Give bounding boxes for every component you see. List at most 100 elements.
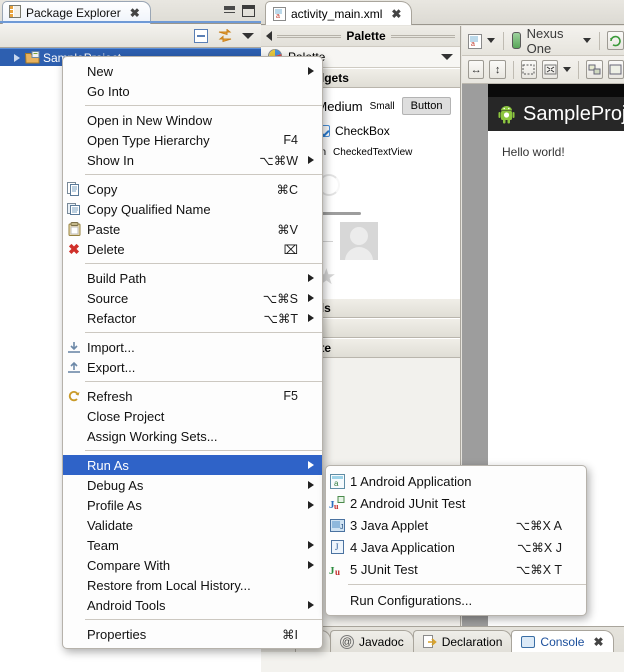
editor-tab-label: activity_main.xml <box>291 6 383 21</box>
menu-item-label: Show In <box>87 152 134 168</box>
svg-text:u: u <box>335 567 340 576</box>
menu-item-open-in-new-window[interactable]: Open in New Window <box>63 110 322 130</box>
tab-javadoc[interactable]: @ Javadoc <box>330 630 414 653</box>
menu-item-team[interactable]: Team <box>63 535 322 555</box>
menu-item-label: Debug As <box>87 477 144 493</box>
expand-icon[interactable] <box>541 60 559 79</box>
menu-item-label: Team <box>87 537 119 553</box>
preview-app-title: SampleProject <box>523 102 624 125</box>
chevron-down-icon[interactable] <box>441 54 453 60</box>
menu-item-label: Restore from Local History... <box>87 577 251 593</box>
view-menu-icon[interactable] <box>242 32 254 39</box>
java-app-icon: J <box>326 540 348 554</box>
chevron-down-icon[interactable] <box>563 67 572 72</box>
run-as-item-2-android-junit-test[interactable]: Ju2 Android JUnit Test <box>326 492 586 514</box>
run-as-item-5-junit-test[interactable]: Ju5 JUnit Test ⌥⌘X T <box>326 558 586 580</box>
collapse-left-icon[interactable] <box>266 31 272 41</box>
select-marquee-icon[interactable] <box>520 60 537 79</box>
menu-item-paste[interactable]: Paste ⌘V <box>63 219 322 239</box>
menu-item-label: Refactor <box>87 310 137 326</box>
chevron-down-icon[interactable] <box>487 38 495 43</box>
divider <box>277 34 342 38</box>
menu-item-open-type-hierarchy[interactable]: Open Type Hierarchy F4 <box>63 130 322 150</box>
run-as-item-4-java-application[interactable]: J 4 Java Application ⌥⌘X J <box>326 536 586 558</box>
chevron-right-icon[interactable] <box>14 53 20 62</box>
close-icon[interactable]: ✖ <box>593 635 603 649</box>
menu-item-run-as[interactable]: Run As <box>63 455 322 475</box>
refresh-preview-icon[interactable] <box>607 31 624 50</box>
widget-medium-label[interactable]: Medium <box>316 99 362 114</box>
device-selector-label[interactable]: Nexus One <box>527 26 577 56</box>
menu-item-delete[interactable]: ✖ Delete ⌧ <box>63 239 322 259</box>
menu-separator <box>85 263 322 264</box>
menu-item-source[interactable]: Source ⌥⌘S <box>63 288 322 308</box>
menu-item-label: Copy Qualified Name <box>87 201 211 217</box>
widget-checkedtextview-label[interactable]: CheckedTextView <box>333 147 412 158</box>
device-icon <box>511 32 521 49</box>
menu-item-refactor[interactable]: Refactor ⌥⌘T <box>63 308 322 328</box>
tab-console[interactable]: Console ✖ <box>511 630 614 653</box>
widget-small-label[interactable]: Small <box>370 101 395 112</box>
run-as-item-1-android-application[interactable]: a 1 Android Application <box>326 470 586 492</box>
menu-item-debug-as[interactable]: Debug As <box>63 475 322 495</box>
menu-item-validate[interactable]: Validate <box>63 515 322 535</box>
close-icon[interactable]: ✖ <box>391 7 401 21</box>
menu-item-label: Run Configurations... <box>350 592 473 608</box>
submenu-arrow-icon <box>308 67 314 75</box>
tab-activity-main-xml[interactable]: a activity_main.xml ✖ <box>265 1 413 25</box>
submenu-arrow-icon <box>308 501 314 509</box>
maximize-icon[interactable] <box>242 5 255 17</box>
submenu-arrow-icon <box>308 561 314 569</box>
widget-checkbox[interactable]: CheckBox <box>318 124 390 138</box>
divider <box>512 60 514 79</box>
menu-item-properties[interactable]: Properties ⌘I <box>63 624 322 644</box>
link-with-editor-icon[interactable] <box>216 28 234 43</box>
divider <box>578 60 580 79</box>
menu-separator <box>348 584 586 585</box>
structure-alt-icon[interactable] <box>607 60 624 79</box>
fit-height-icon[interactable]: ↕ <box>489 60 506 79</box>
menu-item-import[interactable]: Import... <box>63 337 322 357</box>
chevron-down-icon[interactable] <box>582 38 591 43</box>
menu-item-label: Assign Working Sets... <box>87 428 218 444</box>
editor-tabbar: a activity_main.xml ✖ <box>261 0 624 25</box>
svg-text:a: a <box>276 13 280 20</box>
menu-item-shortcut: ⌥⌘T <box>263 311 298 326</box>
menu-item-label: Close Project <box>87 408 165 424</box>
minimize-icon[interactable] <box>224 6 235 13</box>
menu-item-label: 2 Android JUnit Test <box>350 495 466 511</box>
layout-config-icon[interactable]: a <box>468 33 482 49</box>
run-as-item-run-configurations[interactable]: Run Configurations... <box>326 589 586 611</box>
widget-button[interactable]: Button <box>401 97 452 115</box>
menu-item-copy-qualified-name[interactable]: Copy Qualified Name <box>63 199 322 219</box>
run-as-item-3-java-applet[interactable]: J 3 Java Applet ⌥⌘X A <box>326 514 586 536</box>
menu-item-label: New <box>87 63 114 79</box>
close-icon[interactable]: ✖ <box>130 6 140 20</box>
menu-item-build-path[interactable]: Build Path <box>63 268 322 288</box>
menu-item-label: 3 Java Applet <box>350 517 429 533</box>
divider <box>598 31 600 50</box>
tab-declaration[interactable]: Declaration <box>412 630 513 653</box>
menu-item-go-into[interactable]: Go Into <box>63 81 322 101</box>
menu-item-refresh[interactable]: Refresh F5 <box>63 386 322 406</box>
menu-item-new[interactable]: New <box>63 61 322 81</box>
menu-item-android-tools[interactable]: Android Tools <box>63 595 322 615</box>
bottom-view-body <box>261 652 624 672</box>
menu-item-show-in[interactable]: Show In ⌥⌘W <box>63 150 322 170</box>
structure-icon[interactable] <box>586 60 603 79</box>
preview-toolbar-row-2: ↔ ↕ <box>462 56 624 84</box>
menu-item-export[interactable]: Export... <box>63 357 322 377</box>
imageview-icon[interactable] <box>340 222 378 260</box>
fit-width-icon[interactable]: ↔ <box>468 60 485 79</box>
menu-item-restore-from-local-history[interactable]: Restore from Local History... <box>63 575 322 595</box>
submenu-arrow-icon <box>308 314 314 322</box>
menu-item-copy[interactable]: Copy ⌘C <box>63 179 322 199</box>
export-icon <box>63 361 85 374</box>
package-explorer-icon <box>9 5 21 21</box>
menu-item-assign-working-sets[interactable]: Assign Working Sets... <box>63 426 322 446</box>
menu-item-close-project[interactable]: Close Project <box>63 406 322 426</box>
menu-item-compare-with[interactable]: Compare With <box>63 555 322 575</box>
collapse-all-icon[interactable] <box>194 28 208 43</box>
menu-item-shortcut: ⌥⌘S <box>262 291 298 306</box>
menu-item-profile-as[interactable]: Profile As <box>63 495 322 515</box>
